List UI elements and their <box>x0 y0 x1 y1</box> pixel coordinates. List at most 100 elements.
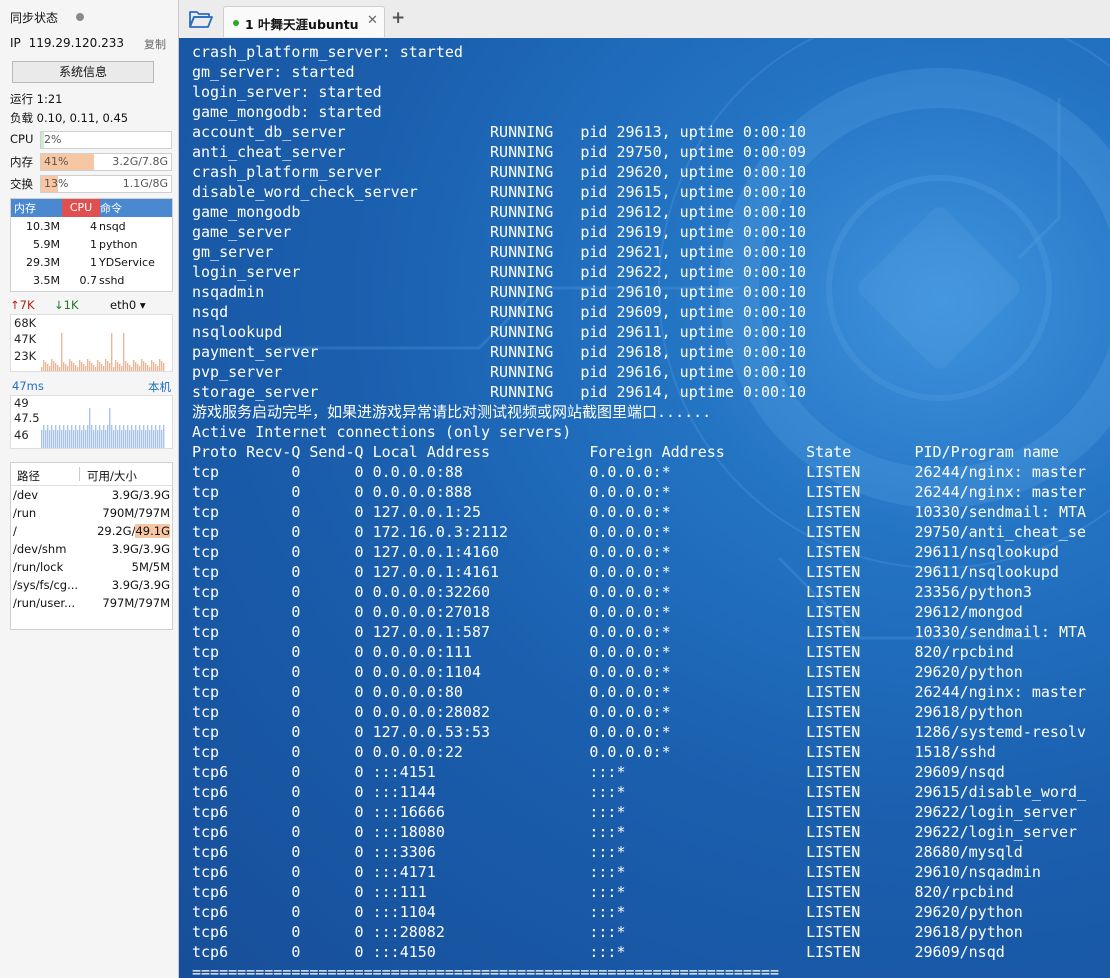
graph-bar <box>79 425 81 448</box>
disk-used: 5M <box>131 560 149 574</box>
disk-row[interactable]: /dev/shm 3.9G/3.9G <box>11 540 172 558</box>
disk-row[interactable]: /run 790M/797M <box>11 504 172 522</box>
graph-bar <box>163 363 165 371</box>
disk-used: 3.9G <box>111 542 139 556</box>
graph-bar <box>63 425 65 448</box>
graph-bar <box>161 430 163 448</box>
header-cpu[interactable]: CPU <box>62 199 100 217</box>
close-icon[interactable]: ✕ <box>367 13 378 28</box>
disk-total: 3.9G <box>142 542 170 556</box>
graph-bar <box>47 425 49 448</box>
process-row[interactable]: 3.5M 0.7 sshd <box>11 272 172 290</box>
header-mem[interactable]: 内存 <box>14 200 36 216</box>
disk-table: 路径 可用/大小 /dev 3.9G/3.9G /run 790M/797M /… <box>10 462 173 630</box>
terminal-line: crash_platform_server: started <box>192 43 463 61</box>
swap-meter-amount: 1.1G/8G <box>122 177 168 190</box>
plus-icon[interactable]: + <box>391 8 405 28</box>
graph-bar <box>119 425 121 448</box>
process-mem: 10.3M <box>26 220 60 233</box>
process-row[interactable]: 5.9M 1 python <box>11 236 172 254</box>
terminal-line: tcp 0 0 127.0.0.1:4161 0.0.0.0:* LISTEN … <box>192 563 1059 581</box>
tab-session[interactable]: 1 叶舞天涯ubuntu ✕ <box>223 6 385 37</box>
terminal-line: nsqlookupd RUNNING pid 29611, uptime 0:0… <box>192 323 807 341</box>
graph-bar <box>145 430 147 448</box>
graph-bar <box>77 367 79 371</box>
process-name: YDService <box>99 256 155 269</box>
graph-bar <box>67 425 69 448</box>
graph-bar <box>157 366 159 371</box>
header-command[interactable]: 命令 <box>100 200 122 216</box>
graph-bar <box>163 425 165 448</box>
system-info-button[interactable]: 系统信息 <box>12 61 154 83</box>
graph-bar <box>105 430 107 448</box>
terminal-line: tcp6 0 0 :::4150 :::* LISTEN 29609/nsqd <box>192 943 1005 961</box>
net-ytick: 68K <box>14 316 37 330</box>
net-ytick: 47K <box>14 332 37 346</box>
disk-used: 790M <box>102 506 135 520</box>
mem-meter-label: 内存 <box>10 155 33 169</box>
copy-ip-button[interactable]: 复制 <box>144 36 166 52</box>
upload-value: 7K <box>19 298 35 312</box>
process-cpu: 1 <box>90 238 97 251</box>
load-average-text: 负载 0.10, 0.11, 0.45 <box>10 111 129 125</box>
disk-path: /dev <box>13 488 39 502</box>
terminal-line: nsqd RUNNING pid 29609, uptime 0:00:10 <box>192 303 807 321</box>
disk-total: 3.9G <box>142 488 170 502</box>
swap-meter: 13% 1.1G/8G <box>40 175 172 193</box>
disk-size: 3.9G/3.9G <box>111 488 170 502</box>
terminal-line: tcp 0 0 0.0.0.0:28082 0.0.0.0:* LISTEN 2… <box>192 703 1023 721</box>
graph-bar <box>161 361 163 371</box>
graph-bar <box>145 363 147 371</box>
graph-bar <box>133 360 135 371</box>
header-path[interactable]: 路径 <box>17 468 40 484</box>
process-mem: 5.9M <box>33 238 60 251</box>
terminal-line: payment_server RUNNING pid 29618, uptime… <box>192 343 807 361</box>
cpu-meter: 2% <box>40 131 172 149</box>
disk-row[interactable]: /run/user... 797M/797M <box>11 594 172 612</box>
graph-bar <box>53 430 55 448</box>
arrow-up-icon: ↑ <box>10 298 20 312</box>
disk-row[interactable]: /dev 3.9G/3.9G <box>11 486 172 504</box>
terminal-line: tcp 0 0 0.0.0.0:80 0.0.0.0:* LISTEN 2624… <box>192 683 1087 701</box>
disk-path: /dev/shm <box>13 542 67 556</box>
folder-open-icon[interactable] <box>189 9 213 29</box>
interface-select[interactable]: eth0 ▾ <box>110 298 146 312</box>
graph-bar <box>71 425 73 448</box>
disk-size: 29.2G/49.1G <box>97 524 170 538</box>
graph-bar <box>53 361 55 371</box>
terminal-line: tcp 0 0 0.0.0.0:27018 0.0.0.0:* LISTEN 2… <box>192 603 1023 621</box>
graph-bar <box>127 363 129 371</box>
disk-row[interactable]: /run/lock 5M/5M <box>11 558 172 576</box>
terminal-line: tcp 0 0 0.0.0.0:111 0.0.0.0:* LISTEN 820… <box>192 643 1014 661</box>
terminal-line: tcp6 0 0 :::1104 :::* LISTEN 29620/pytho… <box>192 903 1023 921</box>
graph-bar <box>121 430 123 448</box>
terminal-output[interactable]: crash_platform_server: started gm_server:… <box>179 38 1110 978</box>
graph-bar <box>99 362 101 371</box>
graph-bar <box>45 430 47 448</box>
swap-meter-percent: 13% <box>44 177 69 190</box>
latency-ytick: 47.5 <box>14 411 40 425</box>
disk-row[interactable]: /sys/fs/cg... 3.9G/3.9G <box>11 576 172 594</box>
latency-ytick: 49 <box>14 396 29 410</box>
process-row[interactable]: 10.3M 4 nsqd <box>11 218 172 236</box>
graph-bar <box>89 361 91 371</box>
graph-bar <box>111 333 113 371</box>
latency-host[interactable]: 本机 <box>148 379 171 395</box>
graph-bar <box>79 360 81 371</box>
graph-bar <box>81 362 83 371</box>
graph-bar <box>101 430 103 448</box>
terminal-line: tcp 0 0 0.0.0.0:22 0.0.0.0:* LISTEN 1518… <box>192 743 996 761</box>
connected-dot-icon <box>233 20 239 26</box>
graph-bar <box>141 359 143 371</box>
graph-bar <box>73 430 75 448</box>
graph-bar <box>113 430 115 448</box>
disk-total: 797M <box>138 506 170 520</box>
disk-row[interactable]: / 29.2G/49.1G <box>11 522 172 540</box>
graph-bar <box>55 363 57 371</box>
terminal-line: Proto Recv-Q Send-Q Local Address Foreig… <box>192 443 1059 461</box>
process-row[interactable]: 29.3M 1 YDService <box>11 254 172 272</box>
process-cpu: 0.7 <box>79 274 98 287</box>
terminal-line: 游戏服务启动完毕，如果进游戏异常请比对测试视频或网站截图里端口...... <box>192 403 712 421</box>
header-size[interactable]: 可用/大小 <box>87 468 137 484</box>
graph-bar <box>125 430 127 448</box>
